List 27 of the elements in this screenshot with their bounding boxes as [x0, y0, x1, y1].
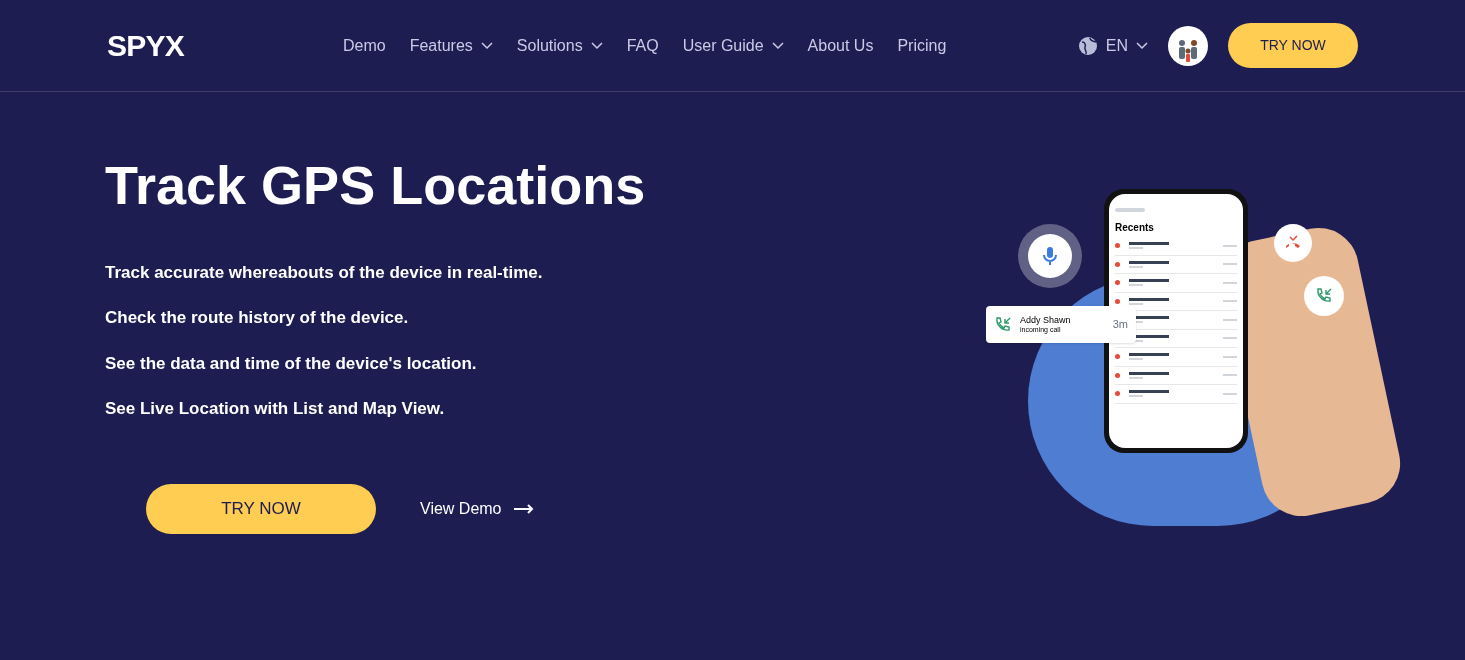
- nav-link[interactable]: User Guide: [682, 33, 784, 58]
- declined-call-icon: [1274, 224, 1312, 262]
- arrow-right-icon: [513, 503, 534, 514]
- feature-text: See Live Location with List and Map View.: [105, 398, 446, 420]
- globe-icon: [1077, 35, 1098, 56]
- call-duration: 3m: [1112, 317, 1128, 333]
- logo[interactable]: SPYX: [107, 23, 307, 68]
- feature-text: Track accurate whereabouts of the device in real-time.: [105, 261, 544, 284]
- recents-heading: Recents: [1115, 221, 1155, 235]
- caller-name: Addy Shawn: [1020, 314, 1071, 326]
- status-bar-drawing: [1115, 208, 1145, 212]
- nav-link[interactable]: FAQ: [626, 33, 659, 58]
- feature-text: See the data and time of the device's location.: [105, 352, 478, 375]
- hero-title: Track GPS Locations: [105, 154, 647, 217]
- nav-link[interactable]: Pricing: [897, 33, 947, 58]
- feature-text: Check the route history of the device.: [105, 307, 410, 329]
- nav-link[interactable]: About Us: [807, 33, 874, 58]
- family-avatar-icon[interactable]: [1168, 25, 1208, 66]
- language-selector[interactable]: EN: [1077, 33, 1148, 58]
- nav-link[interactable]: Demo: [343, 33, 386, 58]
- try-now-button[interactable]: TRY NOW: [146, 483, 376, 534]
- nav-link[interactable]: Features: [409, 33, 493, 58]
- incoming-call-icon: [994, 315, 1012, 334]
- nav-link[interactable]: Solutions: [516, 33, 603, 58]
- chevron-down-icon: [1136, 41, 1148, 50]
- view-demo-link[interactable]: View Demo: [420, 496, 534, 521]
- try-now-button[interactable]: TRY NOW: [1228, 23, 1358, 68]
